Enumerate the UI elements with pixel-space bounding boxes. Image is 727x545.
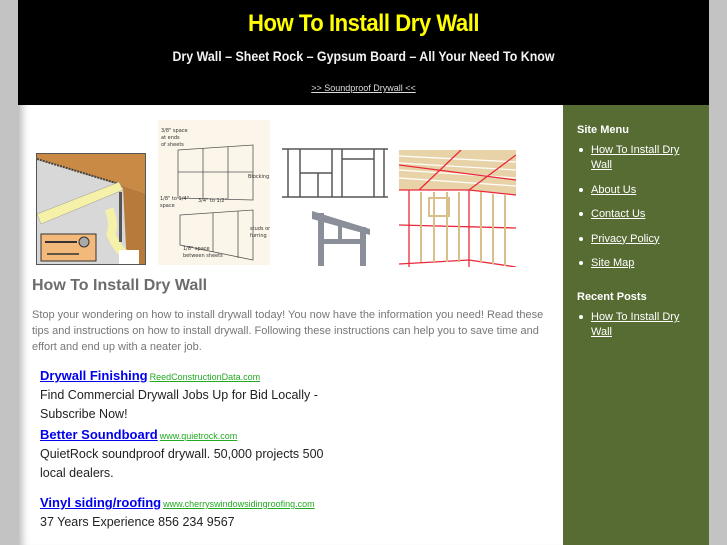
site-menu-list: How To Install Dry Wall About Us Contact… xyxy=(577,143,702,281)
bullet-icon xyxy=(579,212,583,216)
site-title[interactable]: How To Install Dry Wall xyxy=(46,10,682,38)
ad-description: QuietRock soundproof drywall. 50,000 pro… xyxy=(40,447,324,480)
ad-url-link[interactable]: ReedConstructionData.com xyxy=(150,372,261,382)
site-tagline: Dry Wall – Sheet Rock – Gypsum Board – A… xyxy=(172,49,555,64)
site-menu-item: Privacy Policy xyxy=(577,232,702,247)
bullet-icon xyxy=(579,187,583,192)
wall-framing-diagram-image[interactable] xyxy=(280,139,390,266)
drywall-sheet-spacing-image[interactable]: 3/8" space at ends of sheets Blocking 1/… xyxy=(158,120,270,265)
ad-item: Vinyl siding/roofing www.cherryswindowsid… xyxy=(40,494,350,532)
recent-posts-heading: Recent Posts xyxy=(577,291,647,303)
svg-text:3/8" space: 3/8" space xyxy=(161,128,188,134)
post-body: Stop your wondering on how to install dr… xyxy=(32,309,544,353)
ad-title-link[interactable]: Better Soundboard xyxy=(40,427,158,442)
page-wrapper: How To Install Dry Wall Dry Wall – Sheet… xyxy=(18,0,709,545)
site-menu-item: About Us xyxy=(577,183,702,198)
post-title[interactable]: How To Install Dry Wall xyxy=(32,277,207,295)
recent-posts-list: How To Install Dry Wall xyxy=(577,310,702,350)
site-menu-link-privacy-policy[interactable]: Privacy Policy xyxy=(591,233,659,245)
sidebar: Site Menu How To Install Dry Wall About … xyxy=(563,105,709,545)
ad-url-link[interactable]: www.quietrock.com xyxy=(160,431,238,441)
bullet-icon xyxy=(579,148,583,152)
ad-description: Find Commercial Drywall Jobs Up for Bid … xyxy=(40,388,318,421)
svg-text:studs or: studs or xyxy=(250,226,270,232)
bullet-icon xyxy=(579,315,583,319)
recent-post-item: How To Install Dry Wall xyxy=(577,310,702,340)
room-framing-illustration-image[interactable] xyxy=(399,150,516,267)
recent-post-link[interactable]: How To Install Dry Wall xyxy=(591,311,679,338)
site-menu-link-site-map[interactable]: Site Map xyxy=(591,257,634,269)
site-header: How To Install Dry Wall Dry Wall – Sheet… xyxy=(18,0,709,105)
ad-item: Drywall Finishing ReedConstructionData.co… xyxy=(40,367,350,424)
svg-text:between sheets: between sheets xyxy=(183,253,223,259)
svg-text:Blocking: Blocking xyxy=(248,174,269,180)
site-menu-item: Contact Us xyxy=(577,207,702,222)
ad-description: 37 Years Experience 856 234 9567 xyxy=(40,515,235,529)
bullet-icon xyxy=(579,236,583,241)
svg-text:1/8" to 1/4": 1/8" to 1/4" xyxy=(160,196,189,202)
svg-text:1/8" space: 1/8" space xyxy=(183,246,210,252)
ad-url-link[interactable]: www.cherryswindowsidingroofing.com xyxy=(163,499,315,509)
ad-title-link[interactable]: Vinyl siding/roofing xyxy=(40,495,161,510)
ad-title-link[interactable]: Drywall Finishing xyxy=(40,368,148,383)
site-menu-link-how-to-install[interactable]: How To Install Dry Wall xyxy=(591,144,679,171)
bullet-icon xyxy=(579,261,583,265)
svg-text:3/4" to 1/2": 3/4" to 1/2" xyxy=(198,198,227,204)
main-content: 3/8" space at ends of sheets Blocking 1/… xyxy=(18,105,563,545)
site-menu-item: Site Map xyxy=(577,256,702,271)
svg-text:furring: furring xyxy=(250,233,267,239)
site-menu-link-about-us[interactable]: About Us xyxy=(591,184,636,196)
svg-text:of sheets: of sheets xyxy=(161,142,184,148)
svg-text:at ends: at ends xyxy=(161,135,180,141)
site-menu-heading: Site Menu xyxy=(577,124,629,136)
drywall-screw-diagram-image[interactable] xyxy=(36,153,146,265)
site-menu-link-contact-us[interactable]: Contact Us xyxy=(591,208,645,220)
site-menu-item: How To Install Dry Wall xyxy=(577,143,702,173)
ad-item: Better Soundboard www.quietrock.com Quiet… xyxy=(40,426,350,483)
svg-text:space: space xyxy=(160,203,175,209)
soundproof-drywall-link[interactable]: >> Soundproof Drywall << xyxy=(18,83,709,93)
